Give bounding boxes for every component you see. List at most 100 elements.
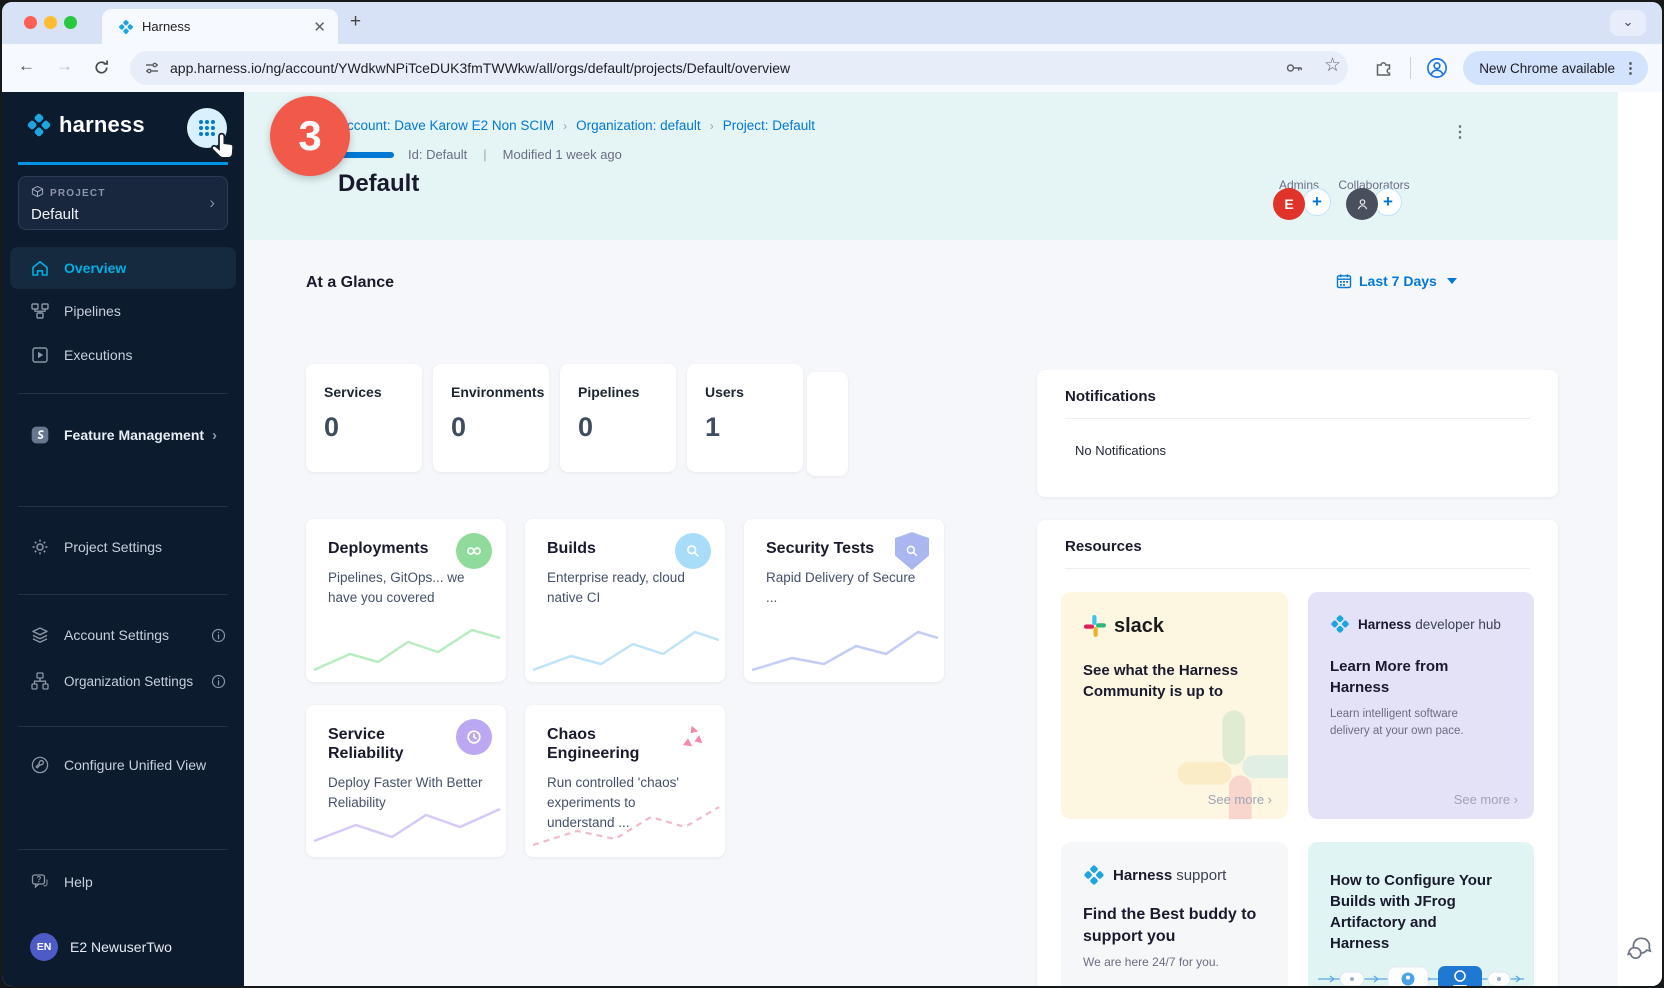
password-key-icon[interactable] [1284,58,1304,78]
stat-card-users[interactable]: Users 1 [687,364,803,472]
stat-label: Environments [451,384,531,400]
forward-icon[interactable]: → [56,56,73,76]
header-options-menu-icon[interactable]: ⋮ [1452,122,1468,142]
tab-search-chevron-button[interactable]: ⌄ [1610,10,1646,36]
new-tab-button[interactable]: + [350,11,361,33]
stat-card-environments[interactable]: Environments 0 [433,364,549,472]
sidebar-item-overview[interactable]: Overview [10,247,236,289]
resource-card-slack[interactable]: slack See what the Harness Community is … [1061,592,1288,819]
user-name: E2 NewuserTwo [70,939,172,955]
breadcrumb-organization-link[interactable]: Organization: default [576,118,701,133]
module-title: Service Reliability [328,725,456,763]
harness-logo-text: harness [59,112,145,138]
stat-card-pipelines[interactable]: Pipelines 0 [560,364,676,472]
extensions-icon[interactable] [1374,58,1394,78]
module-card-chaos-engineering[interactable]: Chaos Engineering Run controlled 'chaos'… [525,705,725,857]
url-bar[interactable]: app.harness.io/ng/account/YWdkwNPiTceDUK… [130,51,1348,85]
devhub-subtext: Learn intelligent software delivery at y… [1330,706,1500,739]
sidebar-item-pipelines[interactable]: Pipelines [10,290,236,332]
sidebar-item-label: Help [64,874,93,890]
stat-value: 0 [451,412,531,443]
stat-card-services[interactable]: Services 0 [306,364,422,472]
resource-card-support[interactable]: Harness support Find the Best buddy to s… [1061,842,1288,986]
resource-card-developer-hub[interactable]: Harness developer hub Learn More from Ha… [1308,592,1534,819]
support-subtext: We are here 24/7 for you. [1083,954,1266,971]
site-settings-icon[interactable] [144,60,160,76]
profile-icon[interactable] [1426,57,1448,79]
new-chrome-available-button[interactable]: New Chrome available ⋮ [1463,51,1648,85]
module-title: Deployments [328,539,456,558]
add-collaborator-button[interactable]: + [1374,188,1402,216]
module-card-builds[interactable]: Builds Enterprise ready, cloud native CI [525,519,725,682]
builds-icon [675,533,711,569]
wrench-circle-icon [30,755,50,775]
project-name: Default [31,206,215,223]
sidebar-item-organization-settings[interactable]: Organization Settings [10,660,236,702]
browser-menu-icon[interactable]: ⋮ [1623,59,1638,77]
sidebar-item-project-settings[interactable]: Project Settings [10,526,236,568]
collaborator-avatar[interactable] [1346,188,1378,220]
url-text: app.harness.io/ng/account/YWdkwNPiTceDUK… [170,60,790,76]
chaos-engineering-icon [675,719,711,755]
annotation-step-badge: 3 [270,96,350,176]
bookmark-star-icon[interactable]: ☆ [1324,54,1341,77]
sidebar-item-configure-unified-view[interactable]: Configure Unified View [10,744,236,786]
see-more-link[interactable]: See more › [1208,792,1272,807]
tab-strip: Harness ✕ + ⌄ [2,2,1662,44]
minimize-window-button[interactable] [44,16,57,29]
user-menu[interactable]: EN E2 NewuserTwo [10,926,236,968]
sidebar-item-label: Account Settings [64,627,169,643]
breadcrumb-account-link[interactable]: Account: Dave Karow E2 Non SCIM [338,118,554,133]
chevron-right-icon: › [212,427,217,444]
stat-value: 1 [705,412,785,443]
breadcrumb-project-link[interactable]: Project: Default [723,118,815,133]
sidebar-accent-line [18,162,228,165]
support-brand-rest: support [1176,867,1226,884]
harness-favicon-icon [118,19,134,35]
page-header [244,92,1618,240]
notifications-title: Notifications [1065,388,1530,405]
date-range-selector[interactable]: Last 7 Days [1336,273,1457,289]
see-more-link[interactable]: See more › [1454,792,1518,807]
back-icon[interactable]: ← [18,56,35,76]
modified-text: Modified 1 week ago [503,147,622,162]
admin-avatar[interactable]: E [1273,188,1305,220]
module-card-security-tests[interactable]: Security Tests Rapid Delivery of Secure … [744,519,944,682]
project-selector[interactable]: PROJECT Default › [18,176,228,230]
sidebar-item-account-settings[interactable]: Account Settings [10,614,236,656]
module-card-deployments[interactable]: Deployments Pipelines, GitOps... we have… [306,519,506,682]
calendar-icon [1336,273,1352,289]
sidebar-item-feature-management[interactable]: Feature Management › [10,414,236,456]
tab-close-icon[interactable]: ✕ [313,18,326,36]
add-admin-button[interactable]: + [1303,188,1331,216]
resource-card-jfrog[interactable]: How to Configure Your Builds with JFrog … [1308,842,1534,986]
devhub-headline: Learn More from Harness [1330,656,1470,698]
sidebar-item-executions[interactable]: Executions [10,334,236,376]
reload-icon[interactable] [92,58,111,77]
security-tests-icon [895,532,929,570]
stat-label: Pipelines [578,384,658,400]
resources-title: Resources [1065,538,1530,555]
close-window-button[interactable] [24,16,37,29]
mouse-cursor-icon [207,132,239,164]
harness-logo: harness [26,112,145,138]
info-icon[interactable] [211,628,226,643]
notifications-panel: Notifications No Notifications [1037,370,1558,497]
chevron-right-icon: › [209,193,215,213]
module-card-service-reliability[interactable]: Service Reliability Deploy Faster With B… [306,705,506,857]
help-chat-icon: ? [30,872,50,892]
chat-launcher-icon[interactable] [1626,933,1653,960]
tab-title: Harness [142,19,313,34]
info-icon[interactable] [211,674,226,689]
avatar: EN [30,933,58,961]
support-headline: Find the Best buddy to support you [1083,904,1258,949]
jfrog-headline: How to Configure Your Builds with JFrog … [1330,870,1500,954]
partial-card [807,372,848,476]
slack-logo-icon [1083,614,1107,638]
browser-toolbar: ← → app.harness.io/ng/account/YWdkwNPiTc… [2,44,1662,92]
browser-tab[interactable]: Harness ✕ [102,9,338,44]
chevron-down-icon [1447,278,1457,284]
zoom-window-button[interactable] [64,16,77,29]
sidebar-item-help[interactable]: ? Help [10,861,236,903]
sidebar-item-label: Pipelines [64,303,121,319]
